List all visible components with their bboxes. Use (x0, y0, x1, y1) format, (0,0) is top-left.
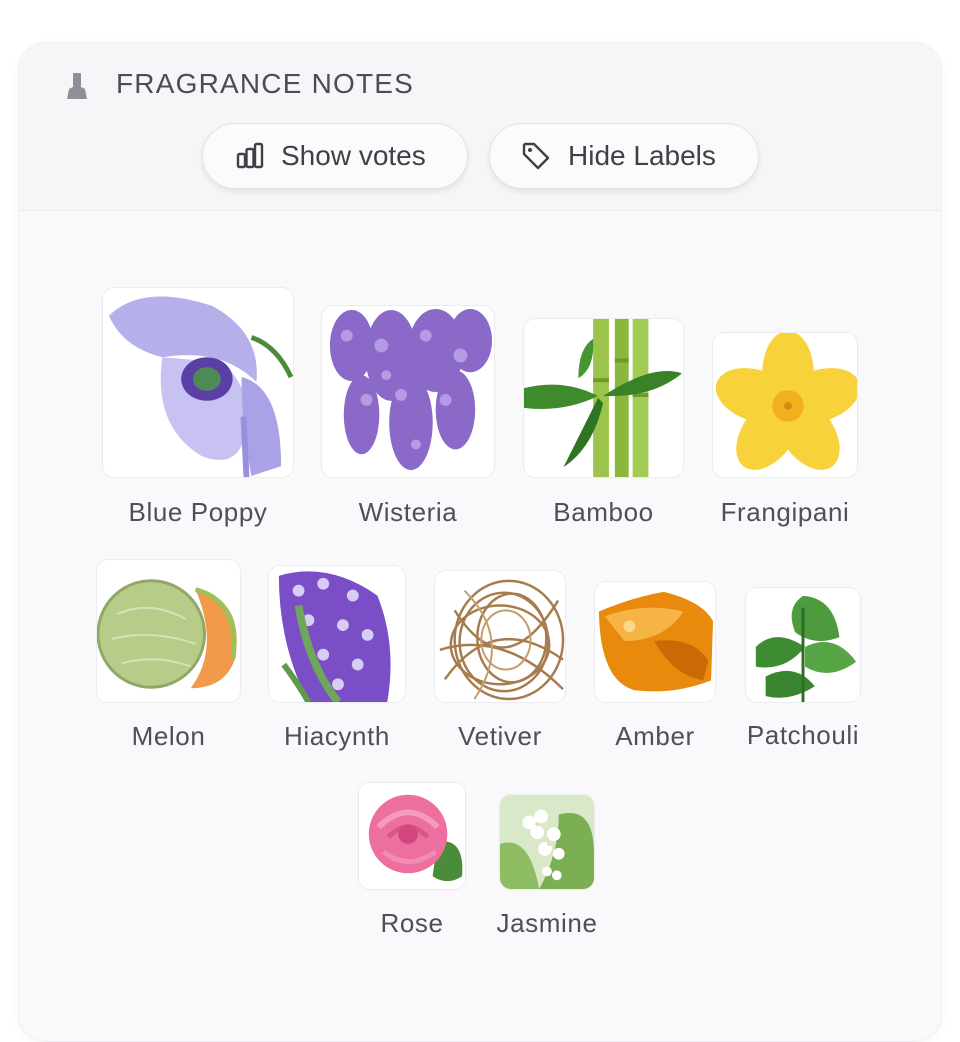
note-frangipani[interactable]: Frangipani (712, 332, 858, 527)
amber-image (594, 581, 716, 703)
note-amber[interactable]: Amber (594, 581, 716, 751)
wisteria-image (321, 305, 495, 478)
show-votes-label: Show votes (281, 140, 426, 171)
note-wisteria[interactable]: Wisteria (321, 305, 495, 527)
hide-labels-button[interactable]: Hide Labels (489, 123, 759, 189)
note-melon[interactable]: Melon (96, 559, 241, 751)
card-header: FRAGRANCE NOTES Show votes Hide Labels (19, 43, 941, 211)
hiacynth-image (268, 565, 406, 703)
bamboo-image (523, 318, 684, 478)
blue-poppy-image (102, 287, 294, 478)
tag-icon (522, 142, 550, 170)
vetiver-image (434, 570, 566, 703)
melon-image (96, 559, 241, 703)
note-label: Frangipani (720, 497, 850, 527)
note-label: Jasmine (496, 908, 598, 938)
note-label: Patchouli (746, 720, 860, 750)
jasmine-image (499, 794, 595, 890)
note-jasmine[interactable]: Jasmine (496, 794, 597, 938)
rose-image (358, 782, 466, 890)
perfume-bottle-icon (67, 73, 87, 99)
show-votes-button[interactable]: Show votes (202, 123, 468, 189)
bar-chart-icon (236, 142, 264, 169)
note-hiacynth[interactable]: Hiacynth (268, 565, 406, 751)
patchouli-image (745, 587, 861, 703)
note-blue-poppy[interactable]: Blue Poppy (102, 287, 294, 527)
note-rose[interactable]: Rose (358, 782, 466, 938)
note-vetiver[interactable]: Vetiver (434, 570, 566, 751)
frangipani-image (712, 332, 858, 478)
note-bamboo[interactable]: Bamboo (523, 318, 684, 527)
section-title: FRAGRANCE NOTES (116, 68, 415, 99)
note-patchouli[interactable]: Patchouli (745, 587, 861, 750)
hide-labels-label: Hide Labels (568, 140, 716, 171)
fragrance-notes-card: FRAGRANCE NOTES Show votes Hide Labels (18, 42, 942, 1042)
